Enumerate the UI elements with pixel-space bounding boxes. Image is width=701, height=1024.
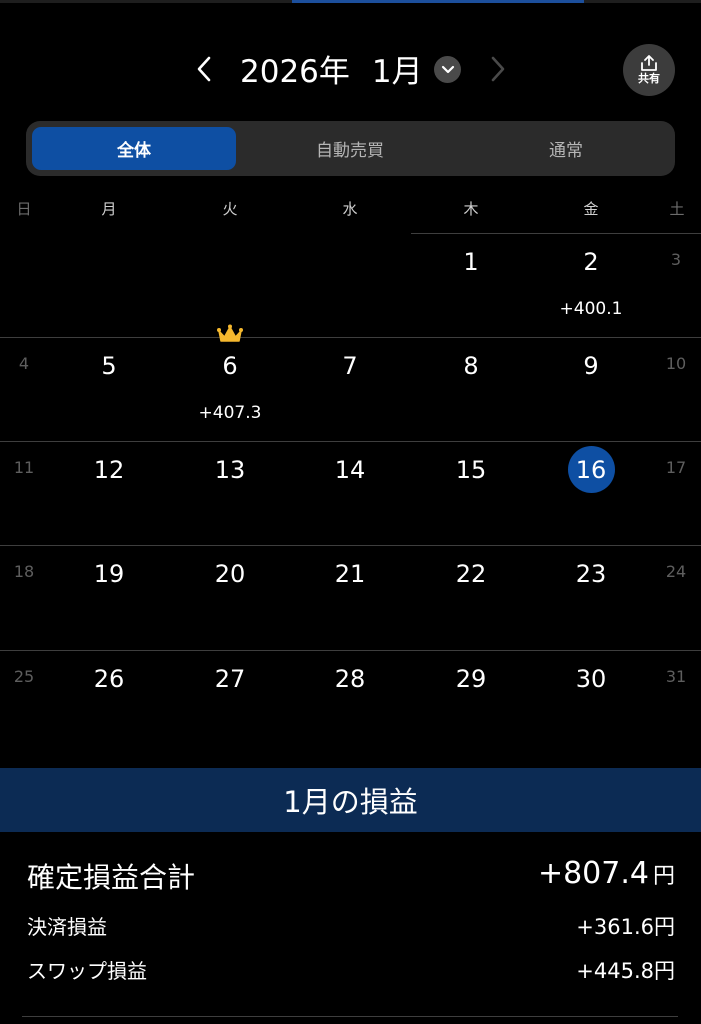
weekday-sun: 日 [16, 200, 32, 218]
settlement-profit-label: 決済損益 [27, 915, 107, 939]
daily-profit: +407.3 [198, 403, 262, 423]
chevron-down-icon [441, 65, 454, 73]
share-label: 共有 [638, 72, 660, 85]
day-cell[interactable]: 6 [200, 351, 260, 381]
day-cell[interactable]: 5 [79, 351, 139, 381]
grid-line [0, 545, 701, 546]
grid-line [0, 337, 701, 338]
tab-normal[interactable]: 通常 [462, 127, 670, 170]
month-title[interactable]: 2026年 1月 [240, 48, 423, 90]
day-cell[interactable]: 15 [441, 455, 501, 485]
tab-all[interactable]: 全体 [32, 127, 236, 170]
share-button[interactable]: 共有 [623, 44, 675, 96]
settlement-profit-value: +361.6円 [576, 915, 675, 939]
total-profit-amount: +807.4 [537, 856, 649, 891]
day-cell[interactable]: 24 [656, 557, 696, 587]
chevron-left-icon [197, 56, 211, 82]
top-tab-indicator [292, 0, 584, 3]
next-month-button[interactable] [482, 50, 514, 88]
day-cell[interactable]: 31 [656, 662, 696, 692]
chevron-right-icon [491, 56, 505, 82]
weekday-tue: 火 [222, 200, 238, 218]
day-cell[interactable]: 26 [79, 664, 139, 694]
day-cell[interactable]: 28 [320, 664, 380, 694]
day-cell[interactable]: 14 [320, 455, 380, 485]
weekday-wed: 水 [342, 200, 358, 218]
day-cell[interactable]: 7 [320, 351, 380, 381]
grid-line [411, 233, 701, 234]
day-cell[interactable]: 17 [656, 453, 696, 483]
total-profit-label: 確定損益合計 [27, 861, 196, 894]
month-dropdown-button[interactable] [434, 56, 461, 83]
day-cell[interactable]: 27 [200, 664, 260, 694]
day-cell[interactable]: 4 [4, 349, 44, 379]
day-cell[interactable]: 9 [561, 351, 621, 381]
weekday-mon: 月 [101, 200, 117, 218]
total-profit-value: +807.4 円 [538, 856, 675, 891]
day-cell[interactable]: 18 [4, 557, 44, 587]
day-cell[interactable]: 21 [320, 559, 380, 589]
filter-tabs: 全体 自動売買 通常 [26, 121, 675, 176]
day-cell[interactable]: 25 [4, 662, 44, 692]
day-cell[interactable]: 20 [200, 559, 260, 589]
share-icon [641, 55, 657, 71]
grid-line [0, 650, 701, 651]
day-cell[interactable]: 10 [656, 349, 696, 379]
weekday-sat: 土 [669, 200, 685, 218]
weekday-thu: 木 [463, 200, 479, 218]
total-profit-unit: 円 [652, 864, 675, 889]
day-cell[interactable]: 19 [79, 559, 139, 589]
swap-profit-label: スワップ損益 [27, 959, 147, 983]
day-cell[interactable]: 12 [79, 455, 139, 485]
daily-profit: +400.1 [559, 299, 623, 319]
year-label: 2026年 [240, 53, 350, 90]
prev-month-button[interactable] [188, 50, 220, 88]
swap-profit-value: +445.8円 [576, 959, 675, 983]
crown-icon [217, 324, 243, 342]
day-cell[interactable]: 30 [561, 664, 621, 694]
grid-line [0, 441, 701, 442]
month-label: 1月 [371, 53, 423, 90]
summary-header: 1月の損益 [0, 768, 701, 832]
day-cell[interactable]: 22 [441, 559, 501, 589]
day-cell[interactable]: 29 [441, 664, 501, 694]
day-cell-today[interactable]: 16 [561, 455, 621, 485]
day-cell[interactable]: 13 [200, 455, 260, 485]
weekday-fri: 金 [583, 200, 599, 218]
day-cell[interactable]: 2 [561, 247, 621, 277]
tab-auto-trade[interactable]: 自動売買 [246, 127, 454, 170]
divider [22, 1016, 678, 1017]
day-cell[interactable]: 23 [561, 559, 621, 589]
day-cell[interactable]: 8 [441, 351, 501, 381]
day-cell[interactable]: 3 [656, 245, 696, 275]
day-cell[interactable]: 11 [4, 453, 44, 483]
day-cell[interactable]: 1 [441, 247, 501, 277]
